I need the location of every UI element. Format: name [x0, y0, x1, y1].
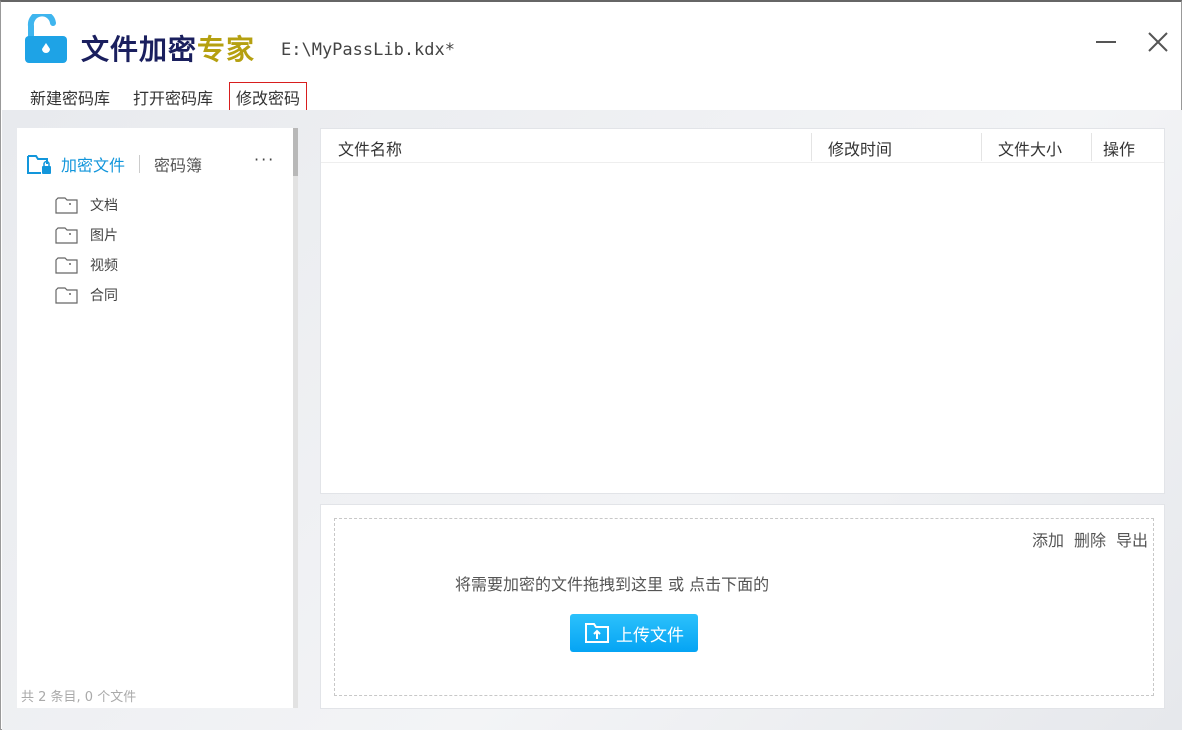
column-modified[interactable]: 修改时间	[828, 136, 892, 160]
more-button[interactable]: ···	[254, 150, 275, 169]
folder-label: 文档	[90, 198, 118, 214]
upload-label: 上传文件	[616, 625, 684, 646]
add-button[interactable]: 添加	[1032, 527, 1064, 551]
drop-hint: 将需要加密的文件拖拽到这里 或 点击下面的	[455, 575, 770, 594]
upload-folder-icon	[585, 623, 609, 643]
title-bar: 文件加密专家 E:\MyPassLib.kdx* 新建密码库 打开密码库 修改密…	[1, 2, 1181, 112]
folder-icon	[55, 256, 78, 274]
table-header: 文件名称 修改时间 文件大小 操作	[321, 129, 1164, 163]
menu-change-password[interactable]: 修改密码	[229, 82, 308, 112]
divider	[139, 155, 141, 173]
menu-new-library[interactable]: 新建密码库	[23, 82, 117, 112]
folder-item[interactable]: 合同	[55, 280, 118, 310]
folder-icon	[55, 226, 78, 244]
unlock-logo-icon	[25, 14, 67, 63]
main-area: 加密文件 密码簿 ··· 文档 图片 视频 合同 共 2 条目, 0 个文件 文…	[2, 110, 1182, 730]
folder-label: 视频	[90, 258, 118, 274]
drop-zone-panel: 添加 删除 导出 将需要加密的文件拖拽到这里 或 点击下面的 上传文件	[320, 504, 1165, 709]
scrollbar-thumb[interactable]	[293, 128, 298, 176]
upload-file-button[interactable]: 上传文件	[570, 614, 698, 652]
folder-item[interactable]: 图片	[55, 220, 118, 250]
tab-password-book[interactable]: 密码簿	[154, 152, 202, 176]
export-button[interactable]: 导出	[1116, 527, 1148, 551]
column-actions: 操作	[1103, 140, 1136, 159]
close-icon[interactable]	[1146, 30, 1170, 54]
app-title: 文件加密专家	[81, 33, 256, 66]
folder-tree: 文档 图片 视频 合同	[55, 190, 118, 310]
folder-label: 合同	[90, 288, 118, 304]
status-footer: 共 2 条目, 0 个文件	[21, 690, 137, 705]
tab-encrypted-files[interactable]: 加密文件	[61, 152, 125, 176]
sidebar: 加密文件 密码簿 ··· 文档 图片 视频 合同 共 2 条目, 0 个文件	[17, 128, 294, 708]
folder-item[interactable]: 文档	[55, 190, 118, 220]
menu-open-library[interactable]: 打开密码库	[126, 82, 220, 112]
delete-button[interactable]: 删除	[1074, 527, 1106, 551]
folder-label: 图片	[90, 228, 118, 244]
sidebar-scrollbar[interactable]	[293, 128, 298, 708]
minimize-icon[interactable]	[1094, 30, 1118, 54]
folder-icon	[55, 196, 78, 214]
encrypted-folder-icon	[27, 155, 51, 174]
folder-item[interactable]: 视频	[55, 250, 118, 280]
drop-zone[interactable]: 添加 删除 导出 将需要加密的文件拖拽到这里 或 点击下面的 上传文件	[334, 518, 1154, 696]
file-path: E:\MyPassLib.kdx*	[281, 40, 455, 60]
folder-icon	[55, 286, 78, 304]
menu-bar: 新建密码库 打开密码库 修改密码	[23, 82, 316, 112]
app-window: 文件加密专家 E:\MyPassLib.kdx* 新建密码库 打开密码库 修改密…	[0, 0, 1182, 730]
column-name[interactable]: 文件名称	[338, 136, 402, 160]
column-size[interactable]: 文件大小	[998, 136, 1062, 160]
file-table: 文件名称 修改时间 文件大小 操作	[320, 128, 1165, 494]
